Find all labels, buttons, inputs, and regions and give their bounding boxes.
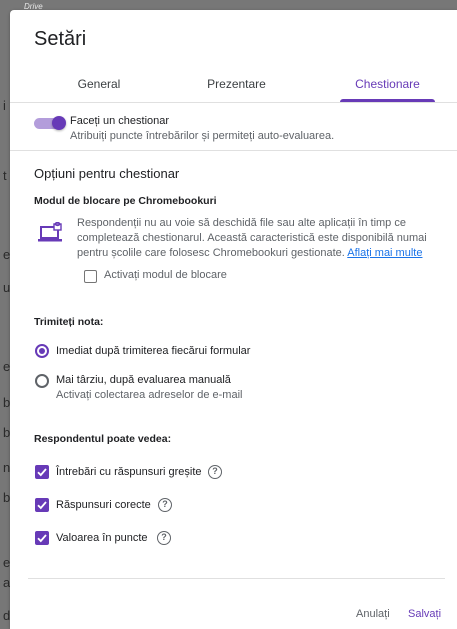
learn-more-link[interactable]: Aflați mai multe bbox=[347, 247, 422, 259]
dialog-title: Setări bbox=[34, 28, 87, 50]
tab-general[interactable]: General bbox=[34, 66, 164, 102]
help-icon[interactable]: ? bbox=[157, 531, 171, 545]
check-icon bbox=[37, 501, 47, 510]
lock-mode-heading: Modul de blocare pe Chromebookuri bbox=[34, 195, 217, 207]
tab-quizzes[interactable]: Chestionare bbox=[340, 66, 435, 102]
radio-later[interactable] bbox=[35, 374, 49, 388]
lock-mode-description: Respondenții nu au voie să deschidă file… bbox=[77, 216, 437, 261]
missed-questions-checkbox[interactable] bbox=[35, 465, 49, 479]
help-icon[interactable]: ? bbox=[158, 498, 172, 512]
correct-answers-checkbox[interactable] bbox=[35, 498, 49, 512]
radio-later-label: Mai târziu, după evaluarea manuală bbox=[56, 374, 231, 386]
lock-mode-checkbox-label: Activați modul de blocare bbox=[104, 269, 227, 281]
quiz-toggle[interactable] bbox=[34, 116, 68, 130]
background-text: t bbox=[3, 168, 7, 183]
tab-presentation[interactable]: Prezentare bbox=[164, 66, 309, 102]
settings-dialog: Setări General Prezentare Chestionare Fa… bbox=[10, 10, 457, 629]
point-values-checkbox[interactable] bbox=[35, 531, 49, 545]
quiz-options-title: Opțiuni pentru chestionar bbox=[34, 166, 180, 181]
release-grade-heading: Trimiteți nota: bbox=[34, 316, 104, 328]
check-icon bbox=[37, 534, 47, 543]
check-icon bbox=[37, 468, 47, 477]
respondent-can-see-heading: Respondentul poate vedea: bbox=[34, 433, 172, 445]
toggle-thumb bbox=[52, 116, 66, 130]
tab-bar: General Prezentare Chestionare bbox=[34, 66, 435, 102]
point-values-label: Valoarea în puncte bbox=[56, 532, 148, 544]
chromebook-lock-icon bbox=[38, 222, 62, 242]
section-divider bbox=[10, 150, 457, 151]
correct-answers-label: Răspunsuri corecte bbox=[56, 499, 151, 511]
quiz-toggle-label: Faceți un chestionar bbox=[70, 115, 170, 127]
radio-immediately-label: Imediat după trimiterea fiecărui formula… bbox=[56, 345, 251, 357]
help-icon[interactable]: ? bbox=[208, 465, 222, 479]
missed-questions-label: Întrebări cu răspunsuri greșite bbox=[56, 466, 202, 478]
lock-mode-checkbox[interactable] bbox=[84, 270, 97, 283]
cancel-button[interactable]: Anulați bbox=[356, 608, 390, 620]
radio-later-note: Activați colectarea adreselor de e-mail bbox=[56, 389, 243, 401]
save-button[interactable]: Salvați bbox=[408, 608, 441, 620]
tab-divider bbox=[10, 102, 457, 103]
radio-immediately[interactable] bbox=[35, 344, 49, 358]
quiz-toggle-description: Atribuiți puncte întrebărilor și permite… bbox=[70, 130, 335, 142]
background-text: i bbox=[3, 98, 6, 113]
footer-divider bbox=[28, 578, 445, 579]
